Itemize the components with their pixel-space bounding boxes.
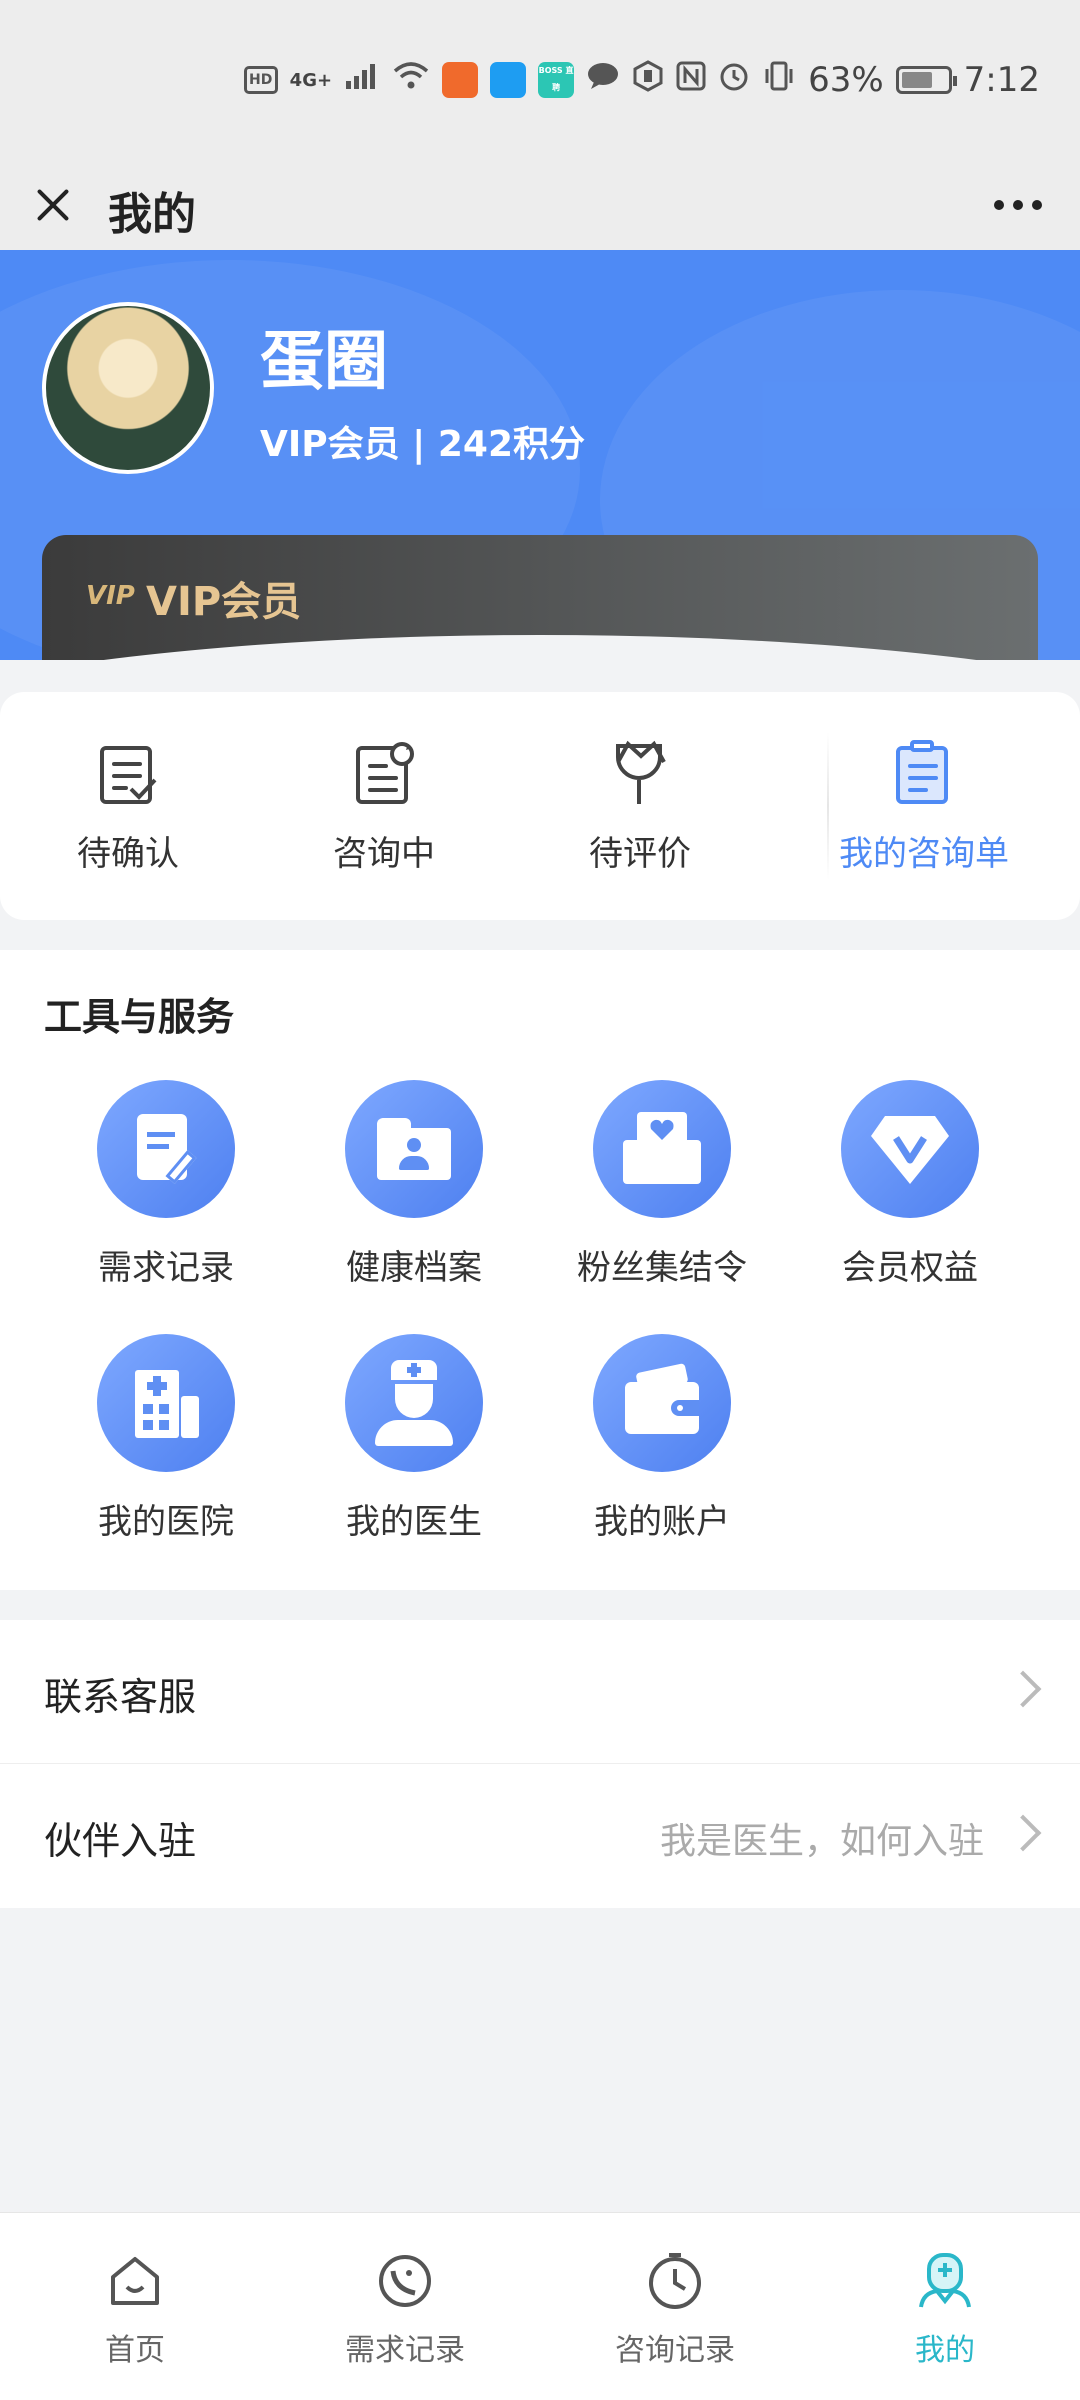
list-label: 联系客服 xyxy=(44,1675,197,1719)
tool-my-account[interactable]: 我的账户 xyxy=(538,1334,786,1543)
document-refresh-icon xyxy=(350,740,418,808)
tool-label: 我的医生 xyxy=(346,1502,482,1542)
status-icons: HD 4G+ BOSS 直聘 63% 7:12 xyxy=(243,55,1040,105)
doctor-profile-icon xyxy=(915,2251,975,2311)
order-label: 咨询中 xyxy=(333,834,435,874)
list-value: 我是医生，如何入驻 xyxy=(659,1821,984,1862)
nav-consultation-records[interactable]: 咨询记录 xyxy=(540,2213,810,2400)
hand-icon xyxy=(632,60,664,100)
home-icon xyxy=(105,2251,165,2311)
nfc-icon xyxy=(676,61,706,99)
chevron-right-icon xyxy=(1004,1814,1042,1852)
profile-header: 蛋圈 VIP会员 | 242积分 VIP VIP会员 xyxy=(0,250,1080,660)
clipboard-icon xyxy=(890,740,958,808)
tool-label: 会员权益 xyxy=(842,1248,978,1288)
chevron-right-icon xyxy=(1004,1670,1042,1708)
order-pending-review[interactable]: 待评价 xyxy=(512,692,768,920)
wallet-icon xyxy=(593,1334,731,1472)
document-edit-icon xyxy=(97,1080,235,1218)
checklist-icon xyxy=(94,740,162,808)
tool-health-archive[interactable]: 健康档案 xyxy=(290,1080,538,1289)
order-label: 我的咨询单 xyxy=(839,834,1009,874)
clock-time: 7:12 xyxy=(963,60,1040,100)
tool-label: 需求记录 xyxy=(98,1248,234,1288)
nav-demand-records[interactable]: 需求记录 xyxy=(270,2213,540,2400)
nav-label: 咨询记录 xyxy=(615,2333,735,2368)
title-bar: 我的 xyxy=(0,160,1080,250)
battery-icon xyxy=(895,66,957,94)
tool-my-doctor[interactable]: 我的医生 xyxy=(290,1334,538,1543)
wifi-icon xyxy=(392,61,430,99)
tool-label: 我的账户 xyxy=(594,1502,730,1542)
tulip-icon xyxy=(606,740,674,808)
nav-mine[interactable]: 我的 xyxy=(810,2213,1080,2400)
avatar[interactable] xyxy=(42,302,214,474)
nav-label: 我的 xyxy=(915,2333,975,2368)
phone-chat-icon xyxy=(375,2251,435,2311)
tool-member-benefits[interactable]: 会员权益 xyxy=(786,1080,1034,1289)
bottom-nav: 首页 需求记录 咨询记录 我的 xyxy=(0,2212,1080,2400)
battery-percent: 63% xyxy=(808,60,884,100)
tool-label: 粉丝集结令 xyxy=(577,1248,747,1288)
my-consultation-orders[interactable]: 我的咨询单 xyxy=(768,692,1080,920)
list-label: 伙伴入驻 xyxy=(44,1819,197,1863)
username: 蛋圈 xyxy=(260,325,388,399)
alarm-icon xyxy=(718,60,750,100)
tool-label: 健康档案 xyxy=(346,1248,482,1288)
more-options-icon[interactable] xyxy=(986,182,1050,228)
nav-label: 首页 xyxy=(105,2333,165,2368)
tools-services-section: 工具与服务 需求记录 健康档案 粉丝集结令 会员权益 我的医院 我的医生 我的账… xyxy=(0,950,1080,1590)
page-title: 我的 xyxy=(108,189,196,240)
diamond-v-icon xyxy=(841,1080,979,1218)
signal-icon xyxy=(344,61,380,99)
app-icon-blue xyxy=(490,62,527,98)
partner-join-row[interactable]: 伙伴入驻 我是医生，如何入驻 xyxy=(0,1764,1080,1908)
order-pending-confirm[interactable]: 待确认 xyxy=(0,692,256,920)
settings-list: 联系客服 伙伴入驻 我是医生，如何入驻 xyxy=(0,1620,1080,1908)
heart-envelope-icon xyxy=(593,1080,731,1218)
contact-support-row[interactable]: 联系客服 xyxy=(0,1620,1080,1764)
nav-label: 需求记录 xyxy=(345,2333,465,2368)
doctor-icon xyxy=(345,1334,483,1472)
order-label: 待评价 xyxy=(589,834,691,874)
order-status-card: 待确认 咨询中 待评价 我的咨询单 xyxy=(0,692,1080,920)
app-icon-orange xyxy=(442,62,479,98)
vibrate-icon xyxy=(762,60,796,100)
tool-label: 我的医院 xyxy=(98,1502,234,1542)
app-icon-boss: BOSS 直聘 xyxy=(538,62,575,98)
status-bar: HD 4G+ BOSS 直聘 63% 7:12 xyxy=(0,0,1080,160)
hospital-icon xyxy=(97,1334,235,1472)
order-label: 待确认 xyxy=(77,834,179,874)
order-in-consultation[interactable]: 咨询中 xyxy=(256,692,512,920)
nav-home[interactable]: 首页 xyxy=(0,2213,270,2400)
section-title: 工具与服务 xyxy=(44,995,235,1039)
network-indicator: 4G+ xyxy=(289,69,333,91)
membership-info: VIP会员 | 242积分 xyxy=(260,424,586,465)
vip-card-label: VIP会员 xyxy=(146,579,302,625)
vip-logo-icon: VIP xyxy=(86,581,135,611)
clock-icon xyxy=(645,2251,705,2311)
message-icon xyxy=(586,61,620,99)
tool-demand-records[interactable]: 需求记录 xyxy=(42,1080,290,1289)
tool-fan-gathering[interactable]: 粉丝集结令 xyxy=(538,1080,786,1289)
divider xyxy=(827,732,829,880)
folder-user-icon xyxy=(345,1080,483,1218)
tool-my-hospital[interactable]: 我的医院 xyxy=(42,1334,290,1543)
close-icon[interactable] xyxy=(28,180,78,230)
hd-indicator: HD xyxy=(243,66,278,94)
